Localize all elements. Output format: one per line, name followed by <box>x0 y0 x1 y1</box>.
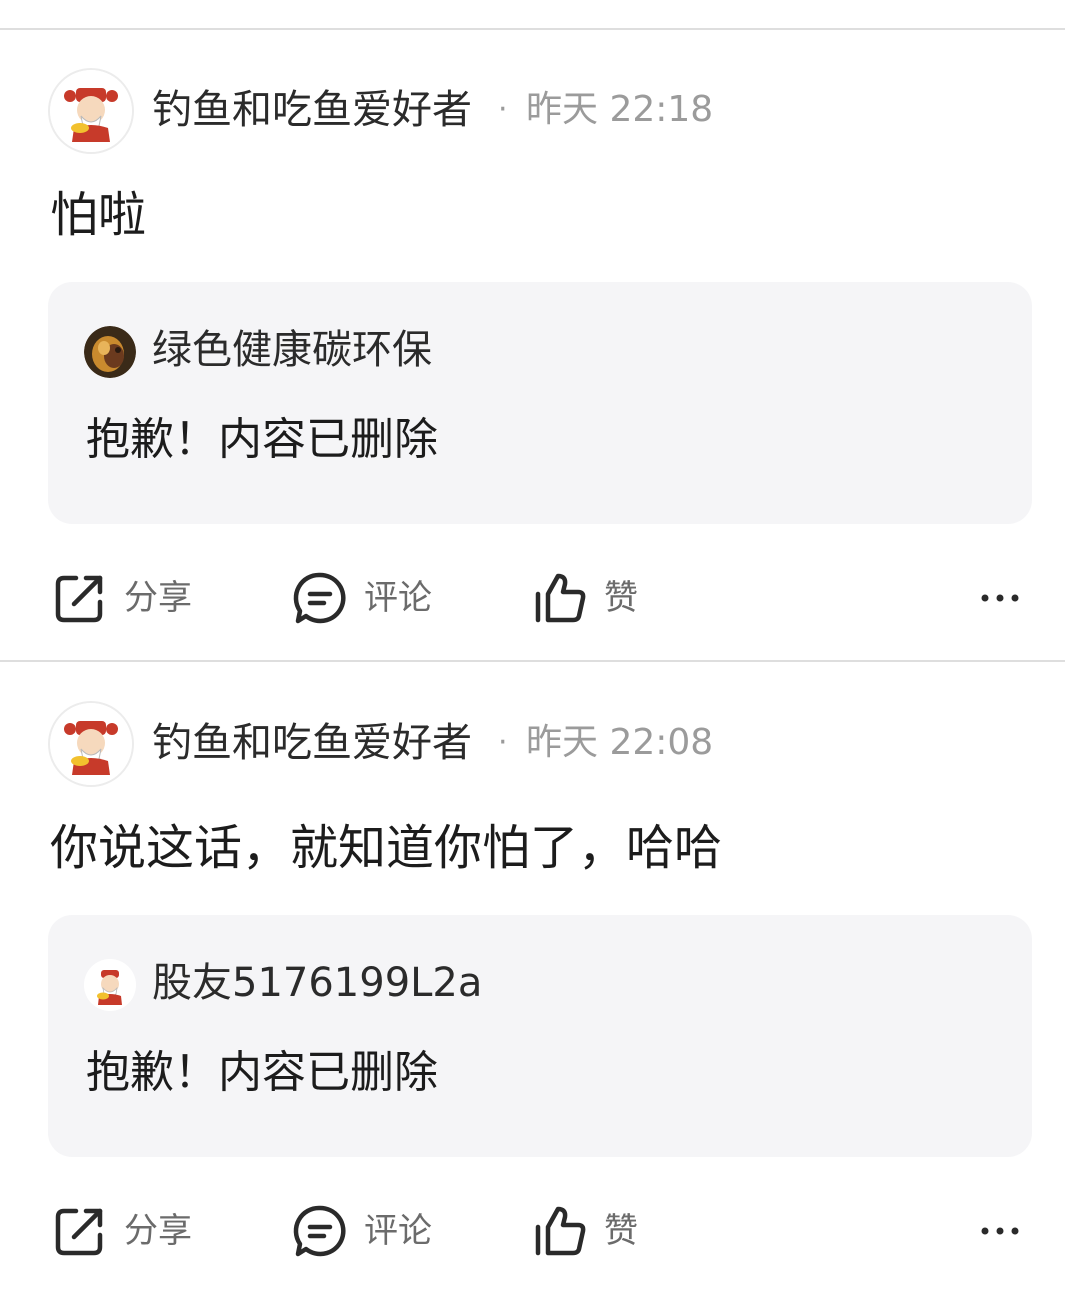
like-button[interactable]: 赞 <box>532 570 652 626</box>
quoted-author-avatar[interactable] <box>84 326 136 378</box>
comment-button[interactable]: 评论 <box>292 1203 452 1259</box>
quoted-comment[interactable]: 股友5176199L2a 抱歉！内容已删除 <box>48 915 1032 1157</box>
quoted-author-avatar[interactable] <box>84 959 136 1011</box>
thumbs-up-icon <box>535 1206 586 1256</box>
more-icon <box>981 594 1019 602</box>
action-bar: 分享 评论 赞 <box>0 552 1065 642</box>
comment-label: 评论 <box>364 1211 432 1251</box>
quoted-text: 抱歉！内容已删除 <box>86 1047 438 1098</box>
share-label: 分享 <box>124 1211 192 1251</box>
comment-icon <box>293 572 346 624</box>
action-bar: 分享 评论 赞 <box>0 1185 1065 1275</box>
quoted-author-name[interactable]: 股友5176199L2a <box>152 955 482 1011</box>
post-time: 昨天 22:18 <box>526 89 714 130</box>
post-time: 昨天 22:08 <box>526 722 714 763</box>
comment-text: 你说这话，就知道你怕了，哈哈 <box>50 820 723 876</box>
more-icon <box>981 1227 1019 1235</box>
comment-icon <box>293 1205 346 1257</box>
meta-separator: · <box>498 725 508 760</box>
quoted-text: 抱歉！内容已删除 <box>86 414 438 465</box>
post-divider <box>0 660 1065 662</box>
thumbs-up-icon <box>535 573 586 623</box>
comment-label: 评论 <box>364 578 432 618</box>
like-label: 赞 <box>604 1211 638 1251</box>
share-button[interactable]: 分享 <box>52 570 212 626</box>
comment-text: 怕啦 <box>50 187 147 243</box>
meta-separator: · <box>498 92 508 127</box>
comment-post: 钓鱼和吃鱼爱好者 · 昨天 22:08 你说这话，就知道你怕了，哈哈 股友517… <box>0 663 1065 1295</box>
author-avatar[interactable] <box>48 68 134 154</box>
like-button[interactable]: 赞 <box>532 1203 652 1259</box>
author-avatar[interactable] <box>48 701 134 787</box>
comment-post: 钓鱼和吃鱼爱好者 · 昨天 22:18 怕啦 绿色健康碳环保 抱歉！内容已删除 … <box>0 30 1065 662</box>
share-button[interactable]: 分享 <box>52 1203 212 1259</box>
share-label: 分享 <box>124 578 192 618</box>
quoted-comment[interactable]: 绿色健康碳环保 抱歉！内容已删除 <box>48 282 1032 524</box>
share-icon <box>55 575 103 623</box>
author-name[interactable]: 钓鱼和吃鱼爱好者 <box>152 82 472 138</box>
comment-button[interactable]: 评论 <box>292 570 452 626</box>
share-icon <box>55 1208 103 1256</box>
author-name[interactable]: 钓鱼和吃鱼爱好者 <box>152 715 472 771</box>
more-button[interactable] <box>972 570 1028 626</box>
like-label: 赞 <box>604 578 638 618</box>
more-button[interactable] <box>972 1203 1028 1259</box>
quoted-author-name[interactable]: 绿色健康碳环保 <box>152 322 432 378</box>
